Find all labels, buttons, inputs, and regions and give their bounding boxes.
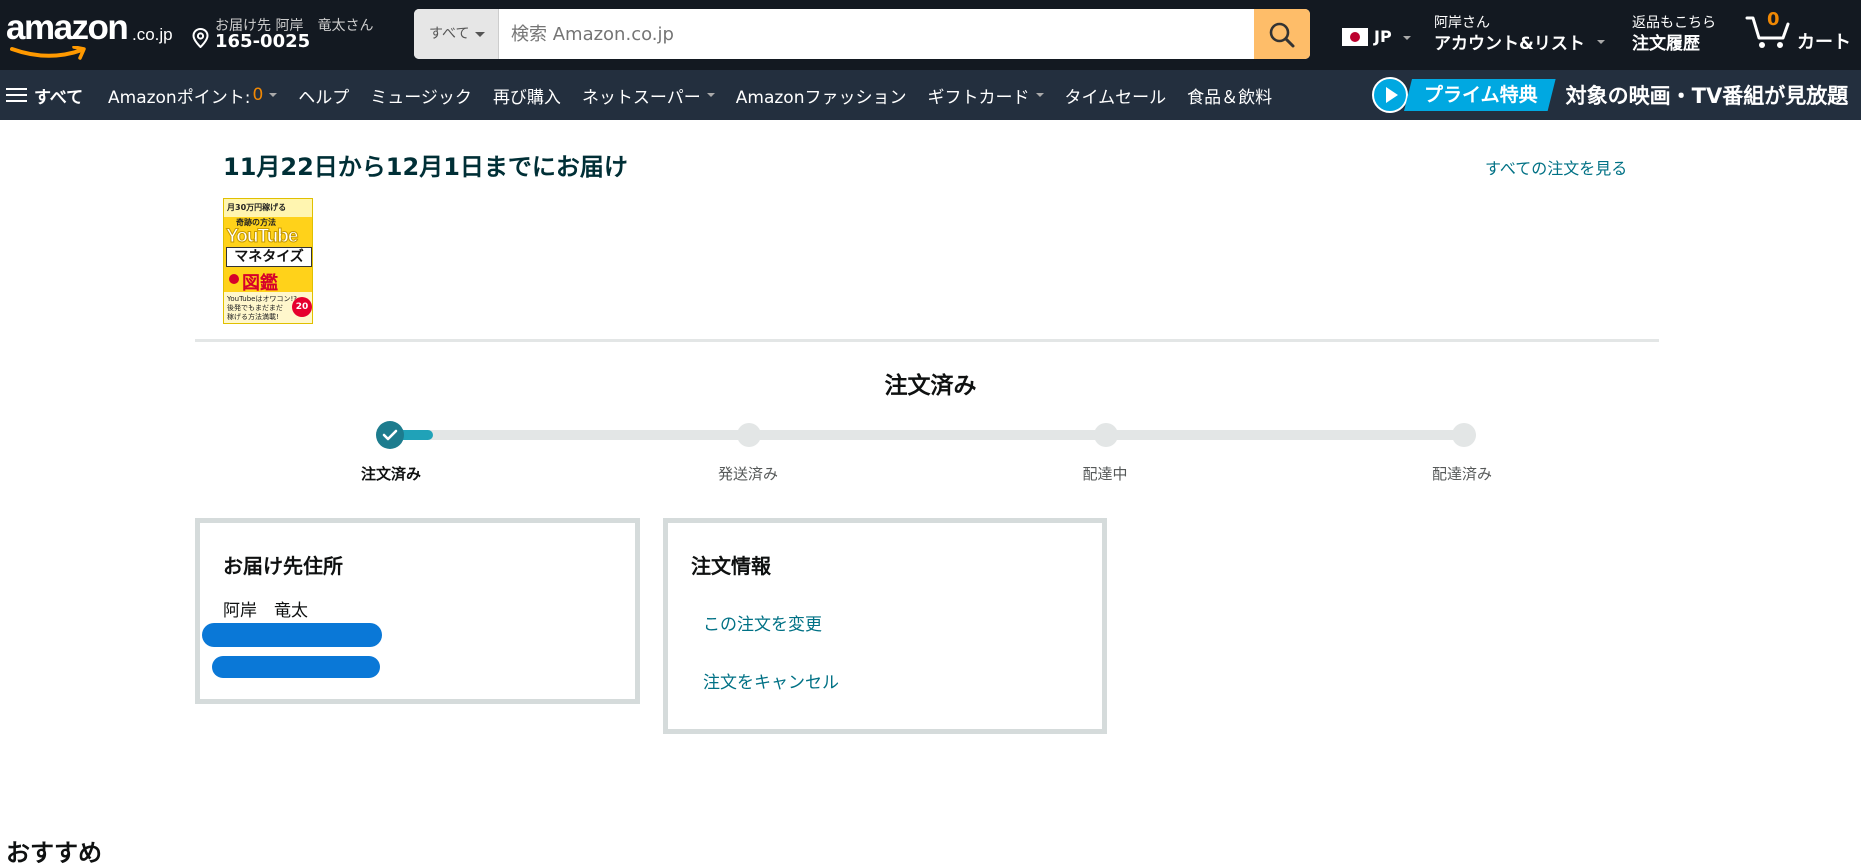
book-text: 後発でもまだまだ	[227, 304, 283, 312]
book-badge: 20	[292, 297, 312, 317]
product-thumbnail[interactable]: 月30万円稼げる 奇跡の方法 YouTube マネタイズ 図鑑 YouTubeは…	[223, 198, 313, 324]
order-info-heading: 注文情報	[691, 554, 771, 578]
book-tagline: YouTubeはオワコン!? 後発でもまだまだ 稼げる方法満載!	[227, 295, 297, 322]
step-shipped-dot	[737, 423, 761, 447]
search-bar: すべて	[414, 9, 1310, 59]
subnav-amazon-points[interactable]: Amazonポイント: 0	[108, 83, 278, 108]
subnav-gift-cards[interactable]: ギフトカード	[928, 83, 1044, 108]
section-divider	[195, 339, 1659, 342]
step-label-ordered: 注文済み	[360, 465, 422, 483]
step-delivered-dot	[1452, 423, 1476, 447]
search-category-select[interactable]: すべて	[414, 9, 499, 59]
returns-and-orders[interactable]: 返品もこちら 注文履歴	[1632, 12, 1732, 56]
search-button[interactable]	[1254, 9, 1310, 59]
location-pin-icon	[192, 28, 209, 48]
subnav-item-label: ネットスーパー	[581, 87, 701, 108]
subnav-item-label: 再び購入	[492, 87, 561, 108]
all-menu-button[interactable]: すべて	[6, 70, 83, 120]
step-label-delivered: 配達済み	[1431, 465, 1493, 483]
subnav-item-label: ミュージック	[370, 87, 472, 108]
caret-down-icon	[1597, 40, 1605, 44]
book-text: 月30万円稼げる	[227, 203, 287, 212]
caret-down-icon	[1035, 93, 1044, 97]
subnav-buy-again[interactable]: 再び購入	[493, 83, 561, 108]
caret-down-icon	[1403, 36, 1411, 40]
all-menu-label: すべて	[34, 87, 84, 108]
amazon-logo[interactable]: amazon .co.jp	[6, 8, 174, 60]
account-lists-label: アカウント&リスト	[1434, 34, 1585, 54]
search-input[interactable]	[499, 9, 1257, 59]
subnav-item-label: タイムセール	[1064, 87, 1167, 108]
search-icon	[1269, 22, 1295, 48]
play-icon	[1372, 77, 1408, 113]
recipient-name: 阿岸 竜太	[223, 601, 308, 621]
subnav-food-drinks[interactable]: 食品＆飲料	[1187, 83, 1272, 108]
shipping-address-heading: お届け先住所	[223, 554, 343, 578]
sub-nav: すべて Amazonポイント: 0 ヘルプ ミュージック 再び購入 ネットスーパー…	[0, 70, 1861, 120]
step-label-shipped: 発送済み	[717, 465, 779, 483]
redacted-address-line	[212, 656, 380, 678]
points-value: 0	[252, 85, 264, 105]
caret-down-icon	[706, 93, 715, 97]
step-ordered-check-icon	[376, 421, 404, 449]
subnav-item-label: 食品＆飲料	[1187, 87, 1273, 108]
deliver-to-location[interactable]: お届け先 阿岸 竜太さん 165-0025	[192, 14, 402, 56]
logo-tld: .co.jp	[132, 25, 173, 44]
subnav-item-label: ギフトカード	[927, 87, 1030, 108]
hamburger-icon	[6, 87, 27, 103]
shipment-progress-tracker	[376, 421, 1476, 449]
subnav-time-sale[interactable]: タイムセール	[1065, 83, 1167, 108]
cart-button[interactable]: 0 カート	[1745, 8, 1855, 58]
subnav-item-label: ヘルプ	[298, 87, 350, 108]
view-all-orders-link[interactable]: すべての注文を見る	[1485, 155, 1627, 179]
account-and-lists[interactable]: 阿岸さん アカウント&リスト	[1434, 12, 1609, 56]
search-category-label: すべて	[429, 26, 470, 42]
cancel-order-link[interactable]: 注文をキャンセル	[703, 668, 839, 693]
book-title-jp: マネタイズ	[226, 247, 312, 267]
step-label-in-transit: 配達中	[1082, 465, 1128, 483]
subnav-music[interactable]: ミュージック	[370, 83, 472, 108]
shipping-address-card: お届け先住所 阿岸 竜太	[195, 518, 640, 704]
subnav-net-supermarket[interactable]: ネットスーパー	[582, 83, 715, 108]
order-history-label: 注文履歴	[1632, 34, 1700, 54]
prime-video-banner[interactable]: プライム特典 対象の映画・TV番組が見放題	[1372, 76, 1848, 114]
prime-promo-text: 対象の映画・TV番組が見放題	[1565, 84, 1849, 108]
change-order-link[interactable]: この注文を変更	[703, 610, 822, 635]
redacted-address-line	[202, 623, 382, 647]
smile-arrow-icon	[10, 46, 86, 60]
book-text: 稼げる方法満載!	[227, 313, 279, 321]
subnav-item-label: Amazonファッション	[735, 87, 907, 108]
language-code: JP	[1374, 27, 1392, 46]
caret-down-icon	[475, 31, 486, 37]
step-in-transit-dot	[1094, 423, 1118, 447]
order-info-card: 注文情報 この注文を変更 注文をキャンセル	[663, 518, 1107, 734]
top-nav: amazon .co.jp お届け先 阿岸 竜太さん 165-0025 すべて …	[0, 0, 1861, 70]
caret-down-icon	[269, 93, 278, 97]
book-text: YouTubeはオワコン!?	[227, 295, 297, 303]
delivery-date-title: 11月22日から12月1日までにお届け	[223, 153, 628, 181]
prime-benefits-badge: プライム特典	[1404, 79, 1556, 111]
cart-label: カート	[1797, 32, 1851, 53]
order-status-title: 注文済み	[884, 373, 977, 399]
japan-flag-icon	[1342, 28, 1368, 46]
progress-track	[390, 430, 1476, 440]
subnav-help[interactable]: ヘルプ	[298, 83, 349, 108]
sub-nav-items: Amazonポイント: 0 ヘルプ ミュージック 再び購入 ネットスーパー Ama…	[108, 70, 1293, 120]
logo-text: amazon	[6, 8, 129, 47]
subnav-fashion[interactable]: Amazonファッション	[736, 83, 907, 108]
cart-count: 0	[1767, 9, 1780, 30]
deliver-postal-code: 165-0025	[215, 31, 311, 52]
book-title-en: YouTube	[225, 226, 298, 248]
recommendations-heading: おすすめ	[6, 839, 102, 867]
subnav-item-label: Amazonポイント:	[108, 87, 251, 108]
